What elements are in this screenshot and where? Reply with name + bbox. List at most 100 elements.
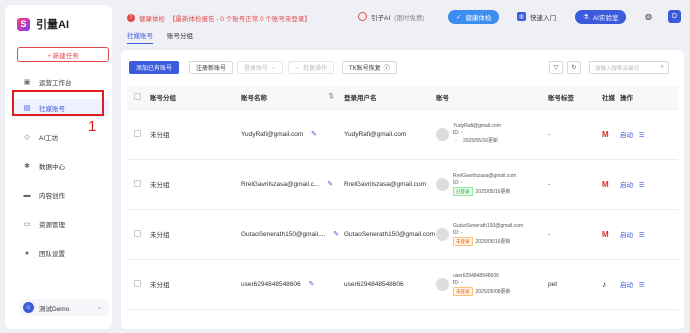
menu-icon[interactable]: ☰ (639, 132, 645, 139)
account-avatar (436, 177, 449, 191)
bell-icon[interactable]: ◍ (645, 12, 652, 21)
menu-icon[interactable]: ☰ (639, 232, 645, 239)
sidebar-item-data-center[interactable]: ✱ 数据中心 (13, 157, 109, 175)
page-tabs: 社媒账号 账号分组 (127, 30, 193, 44)
launch-button[interactable]: 启动 (620, 132, 633, 139)
search-icon: ⌕ (660, 64, 664, 70)
row-checkbox[interactable] (134, 229, 141, 237)
login-account-button[interactable]: 登录账号 ⌄ (237, 61, 284, 74)
table-header-row: 账号分组 账号名称 ⇅ 登录用户名 账号 账号标签 社媒 操作 (127, 86, 678, 110)
cell-actions: 启动 ☰ (620, 259, 678, 310)
menu-icon[interactable]: ☰ (639, 182, 645, 189)
account-email: RrelGavrilszasa@gmail.com (453, 172, 517, 179)
edit-icon[interactable]: ✎ (311, 131, 317, 138)
refresh-icon[interactable]: ↻ (567, 61, 581, 74)
health-report-link[interactable]: 【最新体检报告 - 0 个账号正常 0 个账号未登录】 (169, 13, 311, 23)
quick-start-link[interactable]: ▥ 快速入门 (517, 9, 556, 24)
tk-restore-label: TK账号恢复 (349, 66, 381, 72)
cell-group: 未分组 (150, 259, 241, 310)
filter-icon[interactable]: ▽ (549, 61, 563, 74)
status-badge: 未登录 (453, 236, 473, 246)
profile-avatar[interactable]: D (668, 10, 681, 23)
cell-group: 未分组 (150, 209, 241, 260)
yinzi-ai-link[interactable]: 引子AI (限时免费) (358, 9, 425, 24)
logo-icon: S (17, 17, 30, 31)
user-switcher[interactable]: ☺ 测试Demo ⌄ (19, 299, 109, 316)
row-checkbox[interactable] (134, 279, 141, 287)
register-new-account-button[interactable]: 注册新账号 (189, 61, 234, 74)
row-checkbox[interactable] (134, 129, 141, 137)
select-all-checkbox[interactable] (134, 92, 141, 100)
cell-actions: 启动 ☰ (620, 209, 678, 260)
warning-icon: ! (127, 13, 135, 22)
account-name: RrelGavrilszasa@gmail.c... (241, 181, 320, 188)
tk-restore-button[interactable]: TK账号恢复 ⓘ (342, 61, 397, 74)
sidebar-item-content[interactable]: ▬ 内容创作 (13, 186, 109, 204)
book-icon: ▥ (517, 12, 526, 21)
ai-lab-button[interactable]: ⚗ AI实验室 (575, 9, 627, 24)
edit-icon[interactable]: ✎ (308, 281, 314, 288)
yinzi-icon (358, 12, 367, 21)
cell-group: 未分组 (150, 109, 241, 160)
account-email: GutaoSenerath150@gmail.com (453, 222, 524, 229)
user-name: 测试Demo (39, 305, 70, 313)
launch-button[interactable]: 启动 (620, 182, 633, 189)
health-label: 健康体检 (139, 15, 165, 23)
team-icon: ● (24, 249, 30, 257)
sidebar-item-label: 内容创作 (39, 193, 65, 200)
sidebar-item-dashboard[interactable]: ▣ 运营工作台 (13, 73, 109, 91)
table-row[interactable]: 未分组 RrelGavrilszasa@gmail.c... ✎ RrelGav… (127, 159, 678, 210)
sidebar: S 引量AI + 新建任务 ▣ 运营工作台 ▤ 社媒账号 ◇ AI工坊 ✱ 数据… (5, 5, 112, 329)
chevron-down-icon: ⌄ (96, 305, 102, 311)
sidebar-item-label: 资源管理 (39, 222, 65, 229)
tiktok-icon: ♪ (602, 279, 606, 289)
cell-account: RrelGavrilszasa@gmail.com ID: - 已登录 2025/… (436, 159, 548, 210)
row-checkbox[interactable] (134, 179, 141, 187)
menu-icon[interactable]: ☰ (639, 282, 645, 289)
launch-button[interactable]: 启动 (620, 232, 633, 239)
cell-name: YudyRafi@gmail.com ✎ (241, 109, 344, 160)
cell-group: 未分组 (150, 159, 241, 210)
add-existing-account-button[interactable]: 添加已有账号 (129, 61, 180, 74)
sidebar-item-label: 运营工作台 (39, 80, 72, 87)
sidebar-item-resources[interactable]: ▭ 资源管理 (13, 215, 109, 233)
gmail-icon: M (602, 229, 609, 239)
sidebar-item-label: 团队设置 (39, 251, 65, 258)
batch-operations-button[interactable]: ⌄ 批量操作 (288, 61, 335, 74)
sidebar-item-team[interactable]: ● 团队设置 (13, 244, 109, 262)
sort-icon[interactable]: ⇅ (329, 92, 334, 100)
launch-button[interactable]: 启动 (620, 282, 633, 289)
updated-date: 2025/05/16更新 (463, 138, 499, 144)
cell-username: RrelGavrilszasa@gmail.com (344, 159, 436, 210)
cell-name: GutaoSenerath150@gmail.... ✎ (241, 209, 344, 260)
health-check-button[interactable]: ✓ 健康体检 (448, 9, 500, 24)
sidebar-item-label: 数据中心 (39, 164, 65, 171)
yinzi-label: 引子AI (371, 14, 391, 22)
account-id: ID: - (453, 130, 463, 136)
ai-workshop-icon: ◇ (24, 134, 30, 141)
cell-name: RrelGavrilszasa@gmail.c... ✎ (241, 159, 344, 210)
new-task-button[interactable]: + 新建任务 (17, 47, 109, 62)
cell-username: GutaoSenerath150@gmail.com (344, 209, 436, 260)
account-name: YudyRafi@gmail.com (241, 131, 304, 138)
updated-date: 2025/05/16更新 (475, 188, 511, 195)
cell-name: user6294848548606 ✎ (241, 259, 344, 310)
edit-icon[interactable]: ✎ (327, 181, 333, 188)
status-badge: 已登录 (453, 186, 473, 196)
table-row[interactable]: 未分组 GutaoSenerath150@gmail.... ✎ GutaoSe… (127, 209, 678, 260)
table-row[interactable]: 未分组 user6294848548606 ✎ user629484854860… (127, 259, 678, 310)
updated-date: 2025/05/16更新 (475, 238, 511, 245)
flask-icon: ⚗ (583, 13, 589, 21)
cell-tag: pet (548, 259, 602, 310)
search-input[interactable]: 请输入搜索关键词 ⌕ (589, 61, 669, 74)
info-icon: ⓘ (383, 66, 390, 72)
accounts-table: 账号分组 账号名称 ⇅ 登录用户名 账号 账号标签 社媒 操作 未分组 Yudy… (127, 86, 678, 310)
tab-account-groups[interactable]: 账号分组 (167, 30, 193, 44)
table-row[interactable]: 未分组 YudyRafi@gmail.com ✎ YudyRafi@gmail.… (127, 109, 678, 160)
edit-icon[interactable]: ✎ (333, 231, 339, 238)
health-status-bar: ! 健康体检 【最新体检报告 - 0 个账号正常 0 个账号未登录】 (127, 11, 311, 24)
ai-lab-label: AI实验室 (592, 14, 619, 22)
tab-social-accounts[interactable]: 社媒账号 (127, 30, 153, 44)
col-name-label: 账号名称 (241, 95, 267, 103)
gmail-icon: M (602, 129, 609, 139)
